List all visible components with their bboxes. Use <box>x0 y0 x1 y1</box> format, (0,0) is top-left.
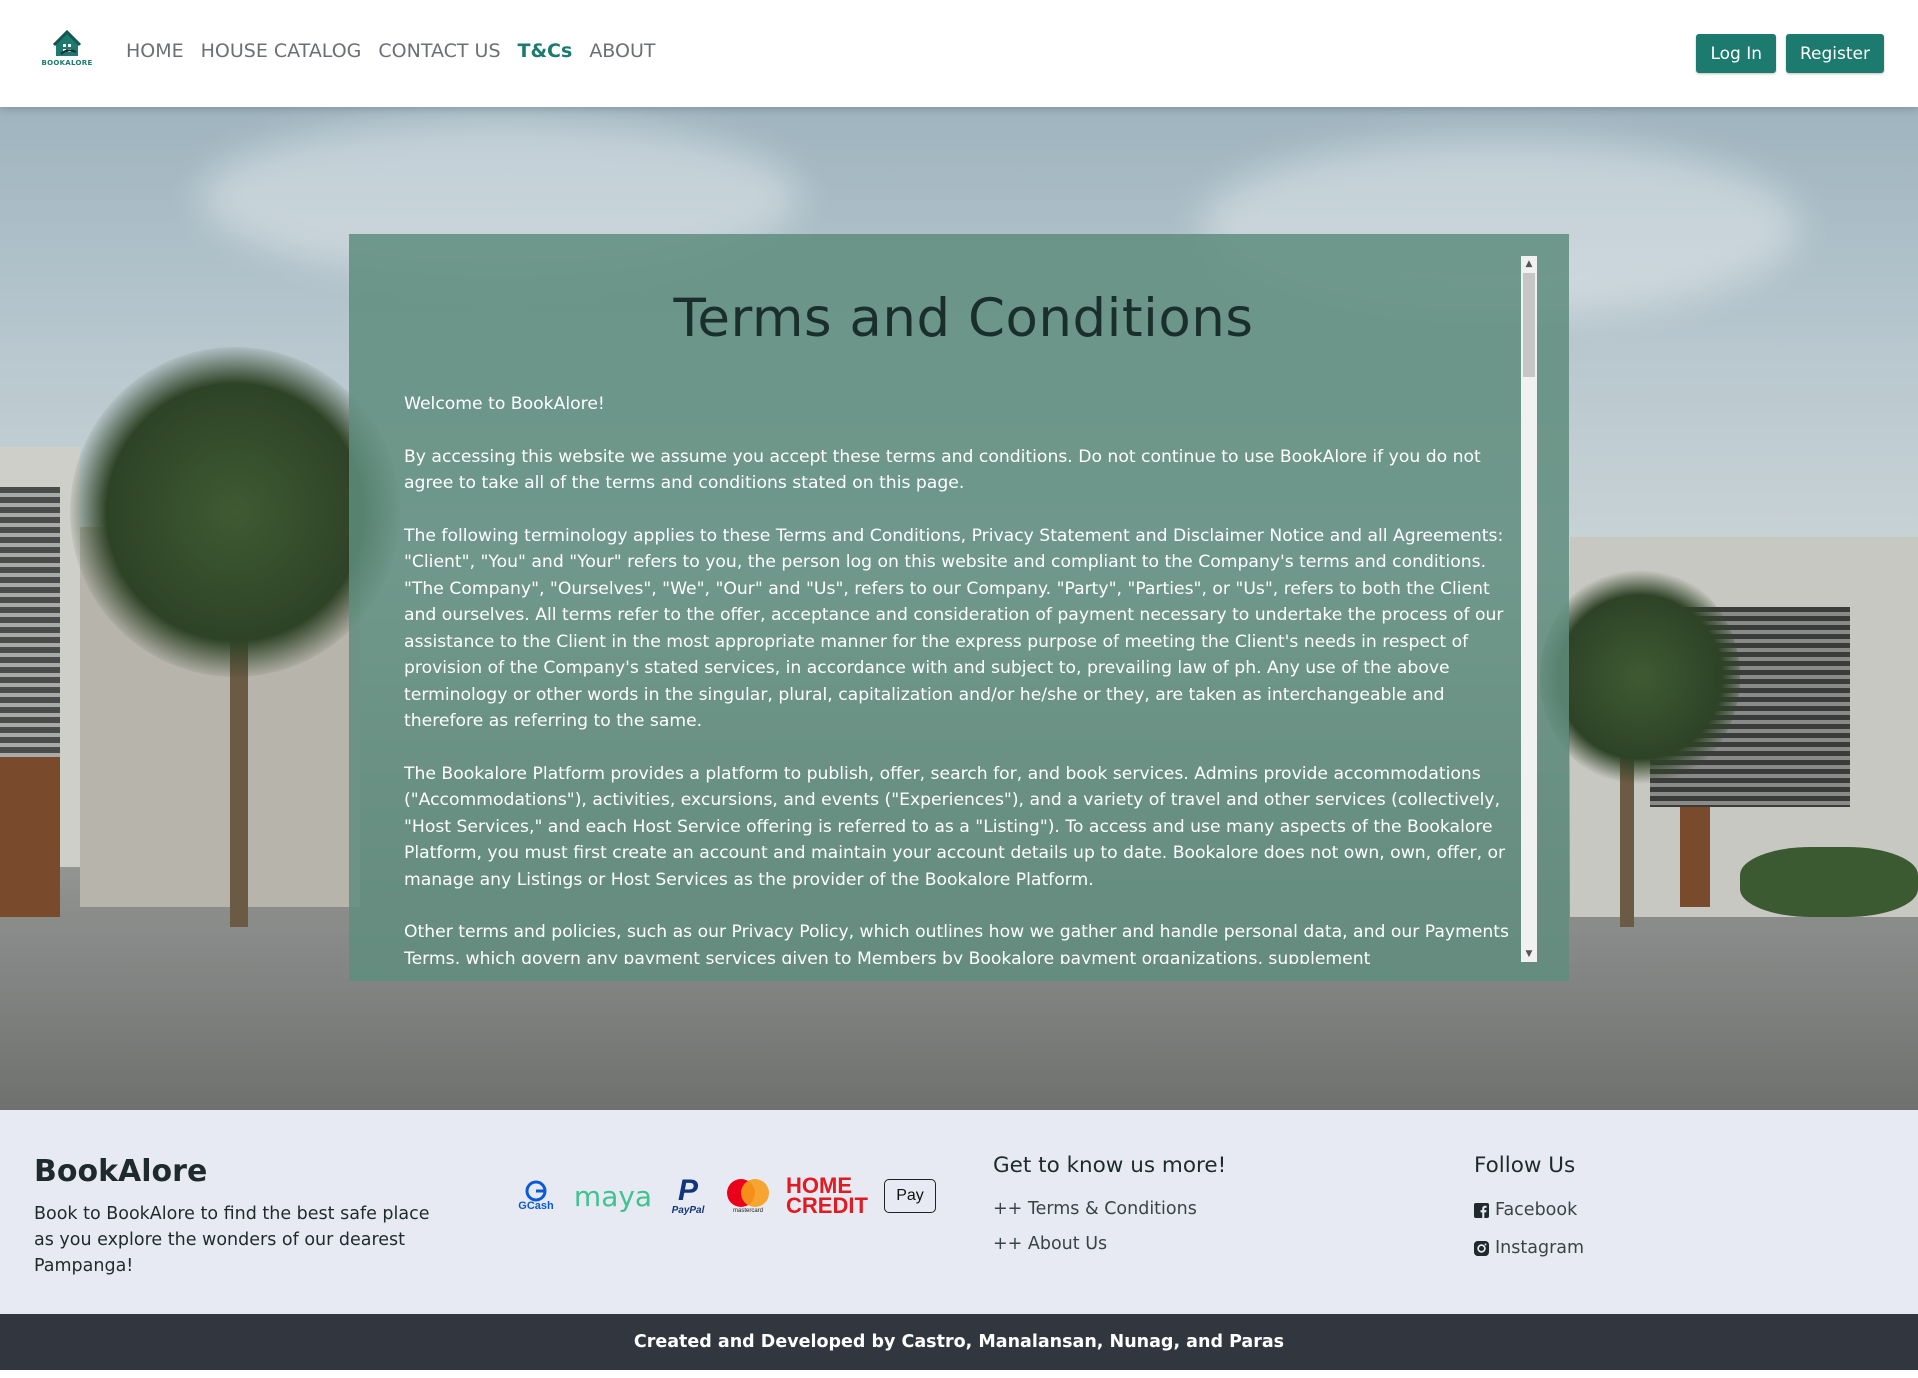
gcash-icon <box>525 1180 547 1202</box>
mastercard-icon <box>727 1179 769 1207</box>
facebook-label: Facebook <box>1495 1200 1578 1220</box>
facebook-link[interactable]: Facebook <box>1474 1200 1577 1220</box>
follow-us-title: Follow Us <box>1474 1153 1576 1178</box>
nav-contact-us[interactable]: CONTACT US <box>378 40 500 62</box>
paypal-p-icon: P <box>677 1173 698 1207</box>
terms-title: Terms and Conditions <box>673 288 1254 349</box>
nav-house-catalog[interactable]: HOUSE CATALOG <box>201 40 362 62</box>
payment-methods: GCash maya P PayPal mastercard HOME CRED… <box>512 1173 936 1218</box>
terms-link[interactable]: ++ Terms & Conditions <box>993 1199 1197 1219</box>
maya-logo: maya <box>573 1179 653 1213</box>
terms-paragraph: By accessing this website we assume you … <box>404 446 1481 494</box>
terms-paragraph: Welcome to BookAlore! <box>404 394 605 414</box>
terms-scrollbar[interactable]: ▲ ▼ <box>1521 256 1537 962</box>
instagram-link[interactable]: Instagram <box>1474 1238 1584 1258</box>
bookalore-logo[interactable]: BOOKALORE <box>38 30 96 78</box>
scroll-up-arrow-icon[interactable]: ▲ <box>1521 256 1537 272</box>
terms-scroll-area[interactable]: Terms and Conditions Welcome to BookAlor… <box>349 252 1553 964</box>
navbar: BOOKALORE HOME HOUSE CATALOG CONTACT US … <box>0 0 1918 107</box>
nav-home[interactable]: HOME <box>126 40 184 62</box>
nav-about[interactable]: ABOUT <box>589 40 655 62</box>
login-button[interactable]: Log In <box>1696 34 1776 73</box>
credits-text: Created and Developed by Castro, Manalan… <box>633 1332 1285 1352</box>
home-credit-logo: HOME CREDIT <box>786 1173 868 1218</box>
terms-paragraph: Other terms and policies, such as our Pr… <box>404 922 1509 964</box>
footer-description: Book to BookAlore to find the best safe … <box>34 1204 430 1276</box>
instagram-label: Instagram <box>1495 1238 1585 1258</box>
know-us-title: Get to know us more! <box>993 1153 1227 1178</box>
facebook-icon <box>1474 1202 1489 1218</box>
footer: BookAlore Book to BookAlore to find the … <box>0 1110 1918 1314</box>
auth-buttons: Log In Register <box>1696 34 1884 73</box>
instagram-icon <box>1474 1240 1489 1256</box>
terms-paragraph: The following terminology applies to the… <box>404 525 1504 732</box>
gcash-logo: GCash <box>512 1180 560 1212</box>
register-button[interactable]: Register <box>1786 34 1884 73</box>
house-logo-icon <box>52 30 82 56</box>
scrollbar-thumb[interactable] <box>1523 273 1535 377</box>
mastercard-logo: mastercard <box>724 1178 772 1214</box>
scroll-down-arrow-icon[interactable]: ▼ <box>1521 946 1537 962</box>
nav-links: HOME HOUSE CATALOG CONTACT US T&Cs ABOUT <box>126 40 672 62</box>
terms-paragraph: The Bookalore Platform provides a platfo… <box>404 763 1506 890</box>
footer-brand: BookAlore <box>34 1154 208 1189</box>
about-us-link[interactable]: ++ About Us <box>993 1234 1107 1254</box>
logo-text: BOOKALORE <box>41 59 93 67</box>
paypal-logo: P PayPal <box>671 1173 705 1216</box>
credits-bar: Created and Developed by Castro, Manalan… <box>0 1314 1918 1370</box>
nav-tcs[interactable]: T&Cs <box>518 40 573 62</box>
apple-pay-logo: Pay <box>884 1179 936 1213</box>
terms-panel: Terms and Conditions Welcome to BookAlor… <box>349 234 1569 981</box>
